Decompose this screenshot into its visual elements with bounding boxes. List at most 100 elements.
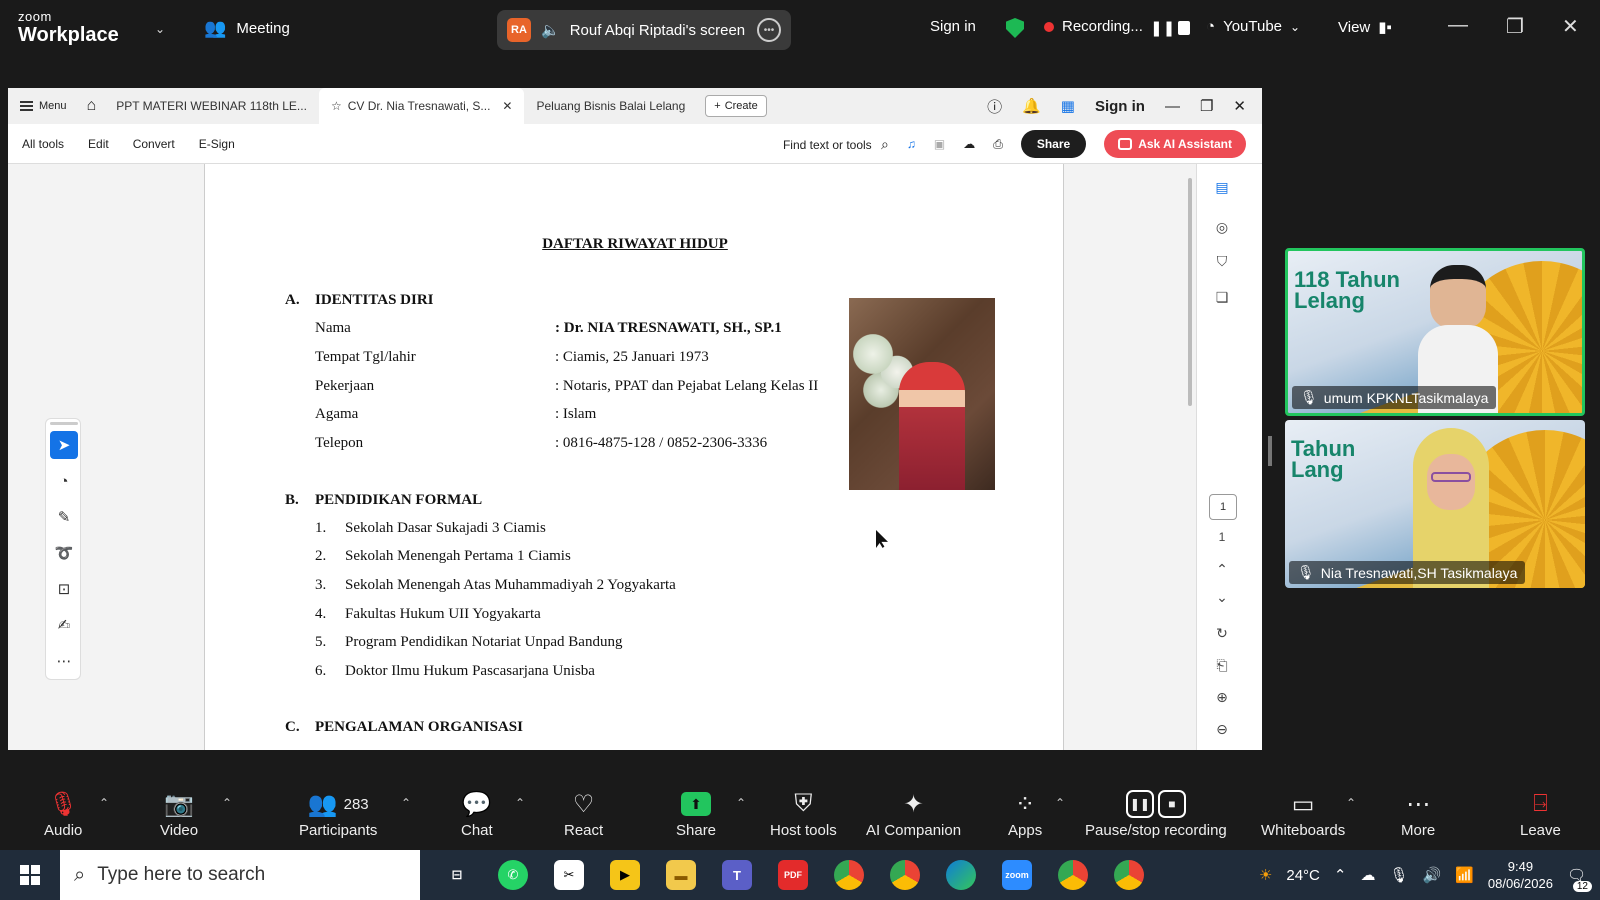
restore-icon[interactable]: ❐: [1506, 14, 1524, 39]
more-options-icon[interactable]: •••: [757, 18, 781, 42]
chrome-icon[interactable]: [834, 860, 864, 890]
audio-button[interactable]: 🎙 Audio: [44, 788, 82, 840]
drag-handle[interactable]: [50, 422, 78, 425]
document-viewport[interactable]: ➤ ◔ ✎ ➰ ⊡ ✍ ⋯ DAFTAR RIWAYAT HIDUP A. IDE…: [8, 164, 1262, 750]
page-number-input[interactable]: 1: [1209, 494, 1237, 520]
pages-icon[interactable]: ❏: [1211, 286, 1233, 308]
upload-cloud-icon[interactable]: ☁: [963, 137, 975, 151]
chevron-down-icon[interactable]: ⌄: [155, 22, 165, 36]
close-icon[interactable]: ✕: [1233, 97, 1246, 115]
bell-icon[interactable]: 🔔: [1022, 97, 1041, 115]
sign-icon[interactable]: ✍: [50, 611, 78, 639]
minimize-icon[interactable]: —: [1448, 14, 1468, 37]
share-screen-button[interactable]: ⬆ Share: [676, 788, 716, 839]
chevron-up-icon[interactable]: ⌃: [401, 796, 411, 810]
onedrive-icon[interactable]: ☁: [1360, 866, 1375, 884]
read-aloud-icon[interactable]: ♫: [907, 137, 916, 151]
menu-button[interactable]: Menu: [8, 100, 79, 112]
close-tab-icon[interactable]: ✕: [502, 99, 512, 113]
whiteboards-button[interactable]: ▭ Whiteboards: [1261, 788, 1345, 840]
ask-ai-assistant-button[interactable]: Ask AI Assistant: [1104, 130, 1246, 158]
apps-button[interactable]: ⁘ Apps: [1008, 788, 1042, 840]
tab-cv[interactable]: ☆ CV Dr. Nia Tresnawati, S... ✕: [318, 88, 525, 124]
share-button[interactable]: Share: [1020, 130, 1087, 158]
security-shield-icon[interactable]: [1006, 18, 1024, 38]
vertical-scrollbar[interactable]: [1188, 178, 1192, 406]
video-tile-participant[interactable]: Tahun Lang 🎙 Nia Tresnawati,SH Tasikmala…: [1285, 420, 1585, 588]
volume-icon[interactable]: 🔊: [1423, 866, 1442, 884]
screen-share-pill[interactable]: RA 🔈 Rouf Abqi Riptadi's screen •••: [497, 10, 791, 50]
chevron-up-icon[interactable]: ⌃: [515, 796, 525, 810]
restore-icon[interactable]: ❐: [1200, 97, 1213, 115]
chevron-up-icon[interactable]: ⌃: [99, 796, 109, 810]
zoom-in-icon[interactable]: ⊕: [1211, 686, 1233, 708]
page-fit-icon[interactable]: ⎗: [1211, 654, 1233, 676]
zoom-app-icon[interactable]: zoom: [1002, 860, 1032, 890]
close-icon[interactable]: ✕: [1562, 14, 1579, 39]
comment-icon[interactable]: ◔: [50, 467, 78, 495]
taskbar-search-input[interactable]: ⌕ Type here to search: [60, 850, 420, 900]
pdf-app-icon[interactable]: PDF: [778, 860, 808, 890]
video-button[interactable]: 📷 Video: [160, 788, 198, 840]
recording-indicator[interactable]: Recording...: [1044, 18, 1143, 35]
wifi-icon[interactable]: 📶: [1455, 866, 1474, 884]
chevron-up-icon[interactable]: ⌃: [736, 796, 746, 810]
weather-icon[interactable]: ☀: [1259, 866, 1272, 884]
comments-panel-icon[interactable]: ◎: [1211, 216, 1233, 238]
react-button[interactable]: ♡ React: [564, 788, 603, 840]
more-button[interactable]: ⋯ More: [1401, 788, 1435, 840]
participants-button[interactable]: 👥 283 Participants: [299, 788, 377, 840]
task-view-icon[interactable]: ⊟: [442, 860, 472, 890]
capcut-icon[interactable]: ✂: [554, 860, 584, 890]
meeting-menu[interactable]: 👥 Meeting: [204, 18, 290, 39]
chevron-down-icon[interactable]: ⌄: [1211, 586, 1233, 608]
chat-button[interactable]: 💬 Chat: [461, 788, 493, 840]
esign-menu[interactable]: E-Sign: [199, 137, 235, 151]
highlight-pen-icon[interactable]: ✎: [50, 503, 78, 531]
notification-icon[interactable]: 🗨 12: [1567, 866, 1592, 892]
create-button[interactable]: + Create: [705, 95, 767, 117]
select-cursor-icon[interactable]: ➤: [50, 431, 78, 459]
chrome-icon[interactable]: [1058, 860, 1088, 890]
print-icon[interactable]: ⎙: [993, 137, 1003, 152]
chevron-up-icon[interactable]: ⌃: [1334, 866, 1347, 884]
host-tools-button[interactable]: ⛨ Host tools: [770, 788, 837, 839]
bookmark-icon[interactable]: ⛉: [1211, 250, 1233, 272]
tab-ppt-materi[interactable]: PPT MATERI WEBINAR 118th LE...: [104, 88, 319, 124]
chrome-icon[interactable]: [890, 860, 920, 890]
youtube-live[interactable]: ◔ YouTube ⌄: [1206, 18, 1300, 35]
chevron-up-icon[interactable]: ⌃: [222, 796, 232, 810]
draw-icon[interactable]: ➰: [50, 539, 78, 567]
chrome-icon[interactable]: [1114, 860, 1144, 890]
tab-peluang-bisnis[interactable]: Peluang Bisnis Balai Lelang: [524, 88, 697, 124]
chevron-up-icon[interactable]: ⌃: [1055, 796, 1065, 810]
more-tools-icon[interactable]: ⋯: [50, 647, 78, 675]
pause-stop-recording-button[interactable]: ❚❚ ■ Pause/stop recording: [1085, 788, 1227, 839]
ai-companion-button[interactable]: ✦ AI Companion: [866, 788, 961, 840]
find-text-input[interactable]: Find text or tools ⌕: [783, 136, 889, 153]
panel-splitter[interactable]: [1268, 436, 1272, 466]
all-tools-menu[interactable]: All tools: [22, 137, 64, 151]
text-box-icon[interactable]: ⊡: [50, 575, 78, 603]
chevron-up-icon[interactable]: ⌃: [1211, 558, 1233, 580]
apps-grid-icon[interactable]: ▦: [1061, 97, 1075, 115]
help-icon[interactable]: ⓘ: [987, 96, 1002, 117]
acrobat-sign-in[interactable]: Sign in: [1095, 98, 1145, 115]
star-icon[interactable]: ☆: [331, 99, 342, 113]
file-explorer-icon[interactable]: ▬: [666, 860, 696, 890]
start-button[interactable]: [0, 850, 60, 900]
media-player-icon[interactable]: ▶: [610, 860, 640, 890]
microphone-icon[interactable]: 🎙: [1389, 866, 1408, 884]
rotate-icon[interactable]: ↻: [1211, 622, 1233, 644]
top-sign-in[interactable]: Sign in: [930, 18, 976, 35]
chevron-up-icon[interactable]: ⌃: [1346, 796, 1356, 810]
zoom-out-icon[interactable]: ⊖: [1211, 718, 1233, 740]
edit-menu[interactable]: Edit: [88, 137, 109, 151]
pause-icon[interactable]: ❚❚: [1150, 19, 1175, 37]
view-menu[interactable]: View ▮▪: [1338, 18, 1392, 37]
whatsapp-icon[interactable]: ✆: [498, 860, 528, 890]
stop-icon[interactable]: [1178, 21, 1190, 35]
teams-icon[interactable]: T: [722, 860, 752, 890]
ai-summary-icon[interactable]: ▤: [1211, 176, 1233, 198]
save-icon[interactable]: ▣: [934, 137, 945, 151]
